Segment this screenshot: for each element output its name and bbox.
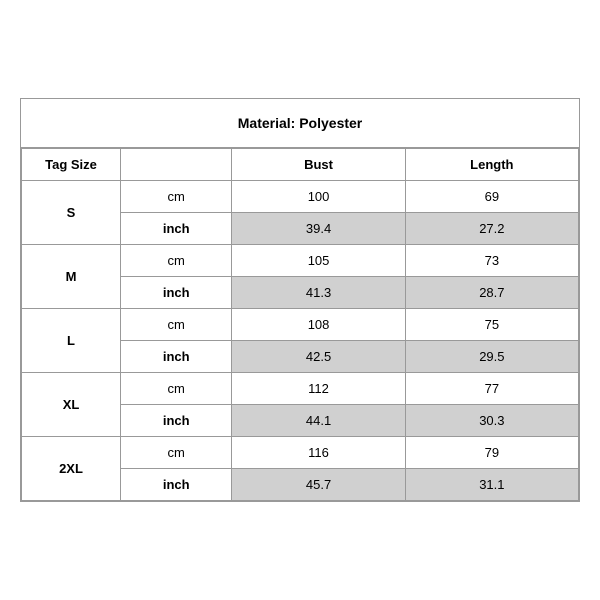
tag-size-l: L [22,309,121,373]
length-header: Length [405,149,578,181]
unit-cm: cm [121,181,232,213]
table-row: Mcm10573 [22,245,579,277]
size-chart-container: Material: Polyester Tag Size Bust Length… [20,98,580,502]
tag-size-m: M [22,245,121,309]
unit-inch: inch [121,469,232,501]
bust-cm-value: 105 [232,245,405,277]
bust-inch-value: 44.1 [232,405,405,437]
bust-cm-value: 112 [232,373,405,405]
bust-cm-value: 100 [232,181,405,213]
table-row: 2XLcm11679 [22,437,579,469]
unit-inch: inch [121,213,232,245]
table-row: Scm10069 [22,181,579,213]
unit-cm: cm [121,373,232,405]
unit-inch: inch [121,277,232,309]
table-header-row: Tag Size Bust Length [22,149,579,181]
length-cm-value: 73 [405,245,578,277]
bust-inch-value: 42.5 [232,341,405,373]
tag-size-xl: XL [22,373,121,437]
unit-cm: cm [121,437,232,469]
length-cm-value: 77 [405,373,578,405]
length-cm-value: 69 [405,181,578,213]
bust-inch-value: 39.4 [232,213,405,245]
length-cm-value: 79 [405,437,578,469]
length-inch-value: 27.2 [405,213,578,245]
chart-title: Material: Polyester [21,99,579,148]
bust-header: Bust [232,149,405,181]
unit-header [121,149,232,181]
unit-inch: inch [121,341,232,373]
tag-size-s: S [22,181,121,245]
unit-cm: cm [121,245,232,277]
bust-inch-value: 41.3 [232,277,405,309]
unit-inch: inch [121,405,232,437]
bust-inch-value: 45.7 [232,469,405,501]
unit-cm: cm [121,309,232,341]
table-row: Lcm10875 [22,309,579,341]
bust-cm-value: 116 [232,437,405,469]
tag-size-2xl: 2XL [22,437,121,501]
table-row: XLcm11277 [22,373,579,405]
length-inch-value: 29.5 [405,341,578,373]
size-table: Tag Size Bust Length Scm10069inch39.427.… [21,148,579,501]
length-inch-value: 31.1 [405,469,578,501]
bust-cm-value: 108 [232,309,405,341]
tag-size-header: Tag Size [22,149,121,181]
length-inch-value: 30.3 [405,405,578,437]
length-cm-value: 75 [405,309,578,341]
length-inch-value: 28.7 [405,277,578,309]
